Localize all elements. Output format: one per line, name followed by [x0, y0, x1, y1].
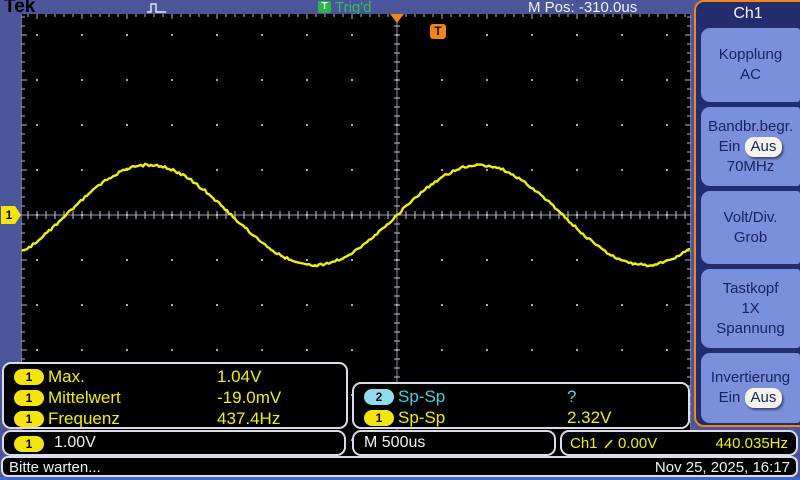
measurement-value: 2.32V	[567, 408, 611, 428]
trigger-marker-icon: T	[430, 24, 446, 39]
menu-button-line: 70MHz	[727, 157, 775, 177]
menu-button-text: Tastkopf	[723, 280, 779, 297]
trigger-position-arrow-icon[interactable]	[390, 14, 404, 23]
menu-button-line: Spannung	[716, 319, 784, 339]
measurement-value: -19.0mV	[217, 388, 281, 408]
measurement-value: 1.04V	[217, 367, 261, 387]
toggle-selected-value: Aus	[745, 388, 783, 408]
trigger-level-readout: 0.00V	[618, 435, 657, 452]
menu-button-line: Kopplung	[719, 45, 782, 65]
measurement-row: 2Sp-Sp?	[354, 387, 688, 408]
menu-button-line: 1X	[741, 299, 759, 319]
measurement-label: Max.	[48, 367, 85, 387]
menu-button-text: Volt/Div.	[724, 209, 778, 226]
menu-button-text: Ein	[719, 138, 745, 155]
menu-button-text: 70MHz	[727, 158, 775, 175]
measurement-row: 1Sp-Sp 2.32V	[354, 408, 688, 429]
measurement-row: 1Max. 1.04V	[4, 367, 346, 388]
toggle-selected-value: Aus	[745, 137, 783, 157]
trigger-status-icon: T	[318, 1, 331, 13]
channel2-badge: 2	[364, 389, 394, 405]
menu-button-voltdiv[interactable]: Volt/Div. Grob	[701, 191, 800, 264]
channel1-badge: 1	[14, 369, 44, 385]
measurement-label: Mittelwert	[48, 388, 121, 408]
rising-slope-icon	[604, 438, 614, 450]
menu-button-line: Invertierung	[711, 368, 790, 388]
trigger-info-box: Ch1 0.00V 440.035Hz	[560, 430, 798, 456]
menu-button-text: Ein	[719, 389, 745, 406]
menu-button-text: 1X	[741, 300, 759, 317]
menu-title: Ch1	[696, 2, 800, 26]
measurement-value: 437.4Hz	[217, 409, 280, 429]
menu-button-tastkopf[interactable]: Tastkopf 1X Spannung	[701, 269, 800, 348]
measurement-value: ?	[567, 387, 576, 407]
menu-button-text: Spannung	[716, 320, 784, 337]
menu-button-line: Ein Aus	[719, 388, 783, 408]
menu-button-line: AC	[740, 65, 761, 85]
measurements-box-secondary: 2Sp-Sp? 1Sp-Sp 2.32V	[352, 382, 690, 429]
channel1-scale-box: 1 1.00V	[2, 430, 346, 456]
menu-button-line: Tastkopf	[723, 279, 779, 299]
status-message: Bitte warten...	[9, 459, 101, 476]
measurement-label: Sp-Sp	[398, 408, 445, 428]
menu-button-line: Volt/Div.	[724, 208, 778, 228]
menu-button-line: Grob	[734, 228, 767, 248]
timebase-box: M 500us	[352, 430, 556, 456]
measurement-label: Sp-Sp	[398, 387, 445, 407]
channel1-badge: 1	[364, 410, 394, 426]
measurements-box-primary: 1Max.1.04V1Mittelwert-19.0mV1Frequenz437…	[2, 362, 348, 429]
menu-button-kopplung[interactable]: Kopplung AC	[701, 28, 800, 102]
measurement-row: 1Mittelwert -19.0mV	[4, 388, 346, 409]
measurement-label: Frequenz	[48, 409, 120, 429]
channel1-badge: 1	[14, 411, 44, 427]
menu-button-bandbrbegr[interactable]: Bandbr.begr. Ein Aus70MHz	[701, 107, 800, 186]
menu-button-text: Kopplung	[719, 46, 782, 63]
trigger-source-readout: Ch1	[570, 435, 598, 452]
channel1-scale-readout: 1.00V	[54, 434, 96, 452]
menu-button-text: Invertierung	[711, 369, 790, 386]
channel1-ground-marker[interactable]: 1	[1, 206, 21, 224]
menu-button-text: Bandbr.begr.	[708, 118, 793, 135]
menu-button-text: AC	[740, 66, 761, 83]
side-menu-panel: Ch1 KopplungACBandbr.begr.Ein Aus70MHzVo…	[694, 0, 800, 427]
channel1-badge: 1	[14, 436, 44, 452]
status-bar: Bitte warten... Nov 25, 2025, 16:17	[1, 456, 798, 477]
oscilloscope-screen: Tek T Trig'd M Pos: -310.0us T 1 Ch1 Kop…	[0, 0, 800, 480]
datetime-readout: Nov 25, 2025, 16:17	[655, 459, 790, 476]
acquisition-pulse-icon	[146, 2, 168, 14]
channel1-badge: 1	[14, 390, 44, 406]
measurement-row: 1Frequenz 437.4Hz	[4, 409, 346, 430]
menu-button-line: Ein Aus	[719, 137, 783, 157]
timebase-readout: M 500us	[364, 434, 425, 452]
menu-button-line: Bandbr.begr.	[708, 117, 793, 137]
menu-button-text: Grob	[734, 229, 767, 246]
trigger-frequency-readout: 440.035Hz	[715, 435, 788, 452]
menu-button-invertierung[interactable]: Invertierung Ein Aus	[701, 353, 800, 423]
